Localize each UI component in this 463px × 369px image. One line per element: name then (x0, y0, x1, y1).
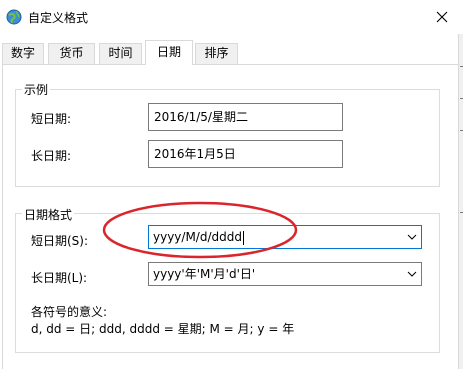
close-icon (436, 11, 447, 23)
custom-format-dialog: 自定义格式 数字 货币 时间 日期 排序 示例 短日期: 2016/1/5/星期… (0, 0, 463, 369)
tab-number[interactable]: 数字 (2, 43, 44, 64)
globe-icon (6, 9, 22, 25)
chevron-down-icon[interactable] (407, 269, 417, 279)
date-formats-group-label: 日期格式 (22, 206, 75, 223)
chevron-down-icon[interactable] (407, 232, 417, 242)
tab-currency[interactable]: 货币 (48, 43, 95, 64)
short-date-format-value[interactable]: yyyy/M/d/dddd (153, 230, 242, 244)
example-long-date-label: 长日期: (31, 149, 72, 163)
background-window-edge (458, 34, 463, 369)
symbol-legend-title: 各符号的意义: (31, 305, 108, 319)
symbol-legend-text: d, dd = 日; ddd, dddd = 星期; M = 月; y = 年 (31, 322, 295, 336)
long-date-format-value: yyyy'年'M'月'd'日' (153, 267, 256, 281)
window-title: 自定义格式 (28, 11, 89, 25)
tab-sort[interactable]: 排序 (195, 43, 238, 64)
close-button[interactable] (420, 0, 463, 34)
text-caret (242, 230, 244, 245)
example-group-label: 示例 (22, 81, 51, 98)
example-long-date-value: 2016年1月5日 (148, 140, 343, 168)
long-date-format-combo[interactable]: yyyy'年'M'月'd'日' (148, 262, 422, 286)
long-date-format-label: 长日期(L): (31, 271, 88, 285)
tab-strip: 数字 货币 时间 日期 排序 (0, 40, 460, 65)
title-bar: 自定义格式 (0, 0, 463, 34)
example-short-date-label: 短日期: (31, 112, 72, 126)
tab-date[interactable]: 日期 (145, 40, 193, 65)
short-date-format-label: 短日期(S): (31, 234, 89, 248)
tab-time[interactable]: 时间 (99, 43, 142, 64)
example-short-date-value: 2016/1/5/星期二 (148, 103, 343, 131)
short-date-format-combo[interactable]: yyyy/M/d/dddd (148, 225, 422, 249)
